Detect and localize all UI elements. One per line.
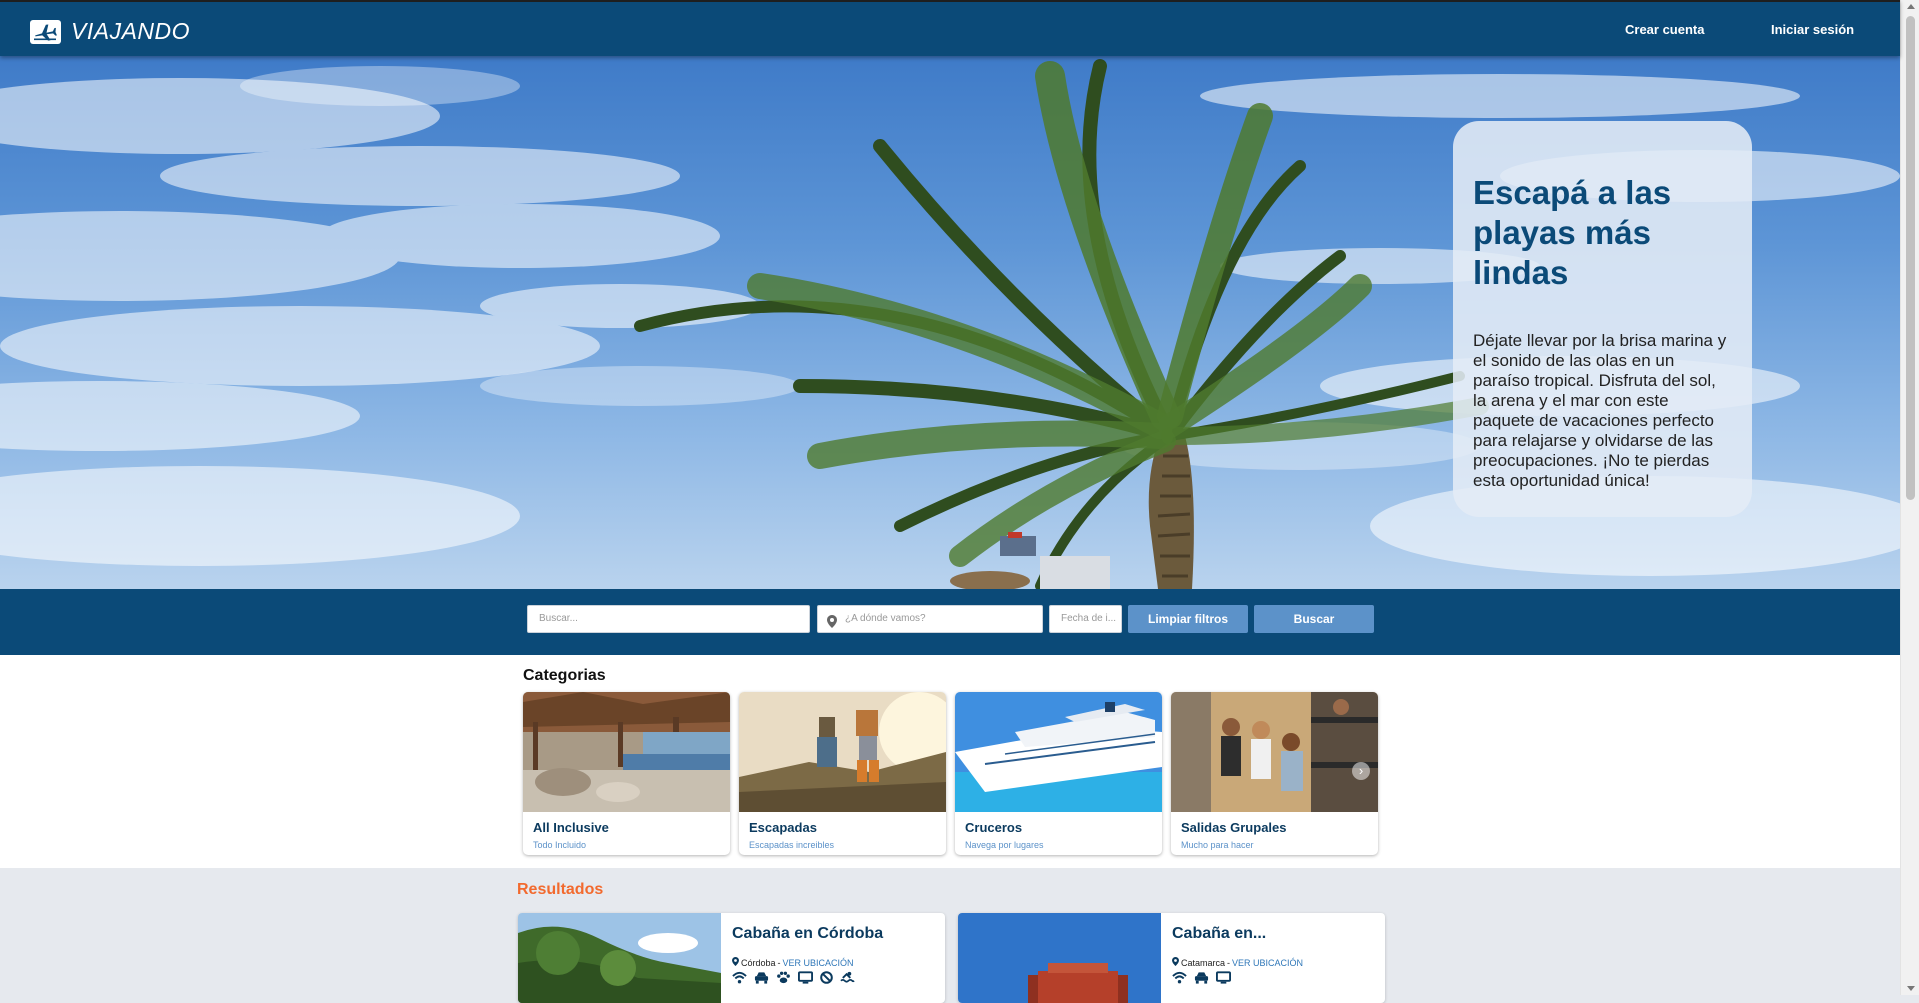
category-image — [523, 692, 730, 812]
view-location-link[interactable]: VER UBICACIÓN — [1232, 958, 1303, 968]
category-name: Escapadas — [749, 820, 817, 835]
car-icon — [754, 971, 769, 989]
results-section: Resultados Cabaña en Córdoba Córdoba - V… — [0, 868, 1900, 1003]
carousel-next-arrow-icon[interactable]: › — [1352, 762, 1370, 780]
scroll-down-arrow-icon[interactable] — [1907, 986, 1915, 991]
brand-name: VIAJANDO — [71, 18, 191, 44]
category-image — [1171, 692, 1378, 812]
airplane-icon — [30, 19, 61, 44]
category-subtitle: Navega por lugares — [965, 840, 1044, 850]
scrollbar-thumb[interactable] — [1906, 16, 1915, 500]
category-name: All Inclusive — [533, 820, 609, 835]
category-name: Cruceros — [965, 820, 1023, 835]
wifi-icon — [732, 971, 747, 989]
location-pin-icon — [827, 613, 837, 639]
category-card-escapadas[interactable]: Escapadas Escapadas increibles — [739, 692, 946, 855]
result-location: Catamarca - VER UBICACIÓN — [1172, 957, 1303, 968]
category-card-all-inclusive[interactable]: All Inclusive Todo Incluido — [523, 692, 730, 855]
hero-promo-card: Escapá a las playas más lindas Déjate ll… — [1453, 121, 1752, 517]
tv-icon — [1216, 971, 1231, 989]
date-input[interactable]: Fecha de i... — [1049, 605, 1122, 633]
wifi-icon — [1172, 971, 1187, 989]
vertical-scrollbar[interactable] — [1900, 0, 1919, 995]
result-title: Cabaña en... — [1172, 925, 1267, 942]
category-subtitle: Escapadas increibles — [749, 840, 835, 850]
hero-description: Déjate llevar por la brisa marina y el s… — [1473, 331, 1727, 490]
location-name: Catamarca — [1181, 957, 1226, 968]
pet-icon — [776, 971, 791, 989]
location-pin-icon — [732, 957, 739, 968]
hero-title: Escapá a las playas más lindas — [1473, 174, 1672, 291]
location-separator: - — [1227, 957, 1231, 968]
result-card[interactable]: Cabaña en Córdoba Córdoba - VER UBICACIÓ… — [518, 913, 945, 1003]
result-location: Córdoba - VER UBICACIÓN — [732, 957, 854, 968]
scroll-up-arrow-icon[interactable] — [1907, 4, 1915, 9]
pool-icon — [840, 971, 855, 989]
brand-logo[interactable]: VIAJANDO — [30, 18, 190, 45]
search-input[interactable]: Buscar... — [527, 605, 810, 633]
create-account-link[interactable]: Crear cuenta — [1625, 22, 1704, 37]
view-location-link[interactable]: VER UBICACIÓN — [783, 958, 854, 968]
hero-banner: Escapá a las playas más lindas Déjate ll… — [0, 56, 1900, 589]
result-image — [518, 913, 721, 1003]
destination-placeholder: ¿A dónde vamos? — [845, 613, 926, 624]
destination-input[interactable]: ¿A dónde vamos? — [817, 605, 1043, 633]
amenities-list — [1172, 971, 1231, 989]
location-separator: - — [777, 957, 781, 968]
category-image — [739, 692, 946, 812]
categories-title: Categorias — [523, 667, 606, 684]
result-image — [958, 913, 1161, 1003]
clear-filters-button[interactable]: Limpiar filtros — [1128, 605, 1248, 633]
categories-section: Categorias All Inclusive Todo Incluido E… — [0, 655, 1900, 868]
result-title: Cabaña en Córdoba — [732, 925, 884, 942]
category-card-salidas-grupales[interactable]: Salidas Grupales Mucho para hacer — [1171, 692, 1378, 855]
no-smoking-icon — [820, 971, 833, 989]
location-pin-icon — [1172, 957, 1179, 968]
tv-icon — [798, 971, 813, 989]
category-subtitle: Todo Incluido — [533, 840, 587, 850]
search-bar: Buscar... ¿A dónde vamos? Fecha de i... … — [0, 589, 1900, 655]
login-link[interactable]: Iniciar sesión — [1771, 22, 1854, 37]
category-image — [955, 692, 1162, 812]
category-card-cruceros[interactable]: Cruceros Navega por lugares — [955, 692, 1162, 855]
result-card[interactable]: Cabaña en... Catamarca - VER UBICACIÓN — [958, 913, 1385, 1003]
category-name: Salidas Grupales — [1181, 820, 1287, 835]
search-button[interactable]: Buscar — [1254, 605, 1374, 633]
location-name: Córdoba — [741, 957, 776, 968]
category-subtitle: Mucho para hacer — [1181, 840, 1254, 850]
results-title: Resultados — [517, 881, 604, 898]
car-icon — [1194, 971, 1209, 989]
amenities-list — [732, 971, 855, 989]
top-navbar: VIAJANDO Crear cuenta Iniciar sesión — [0, 0, 1900, 56]
